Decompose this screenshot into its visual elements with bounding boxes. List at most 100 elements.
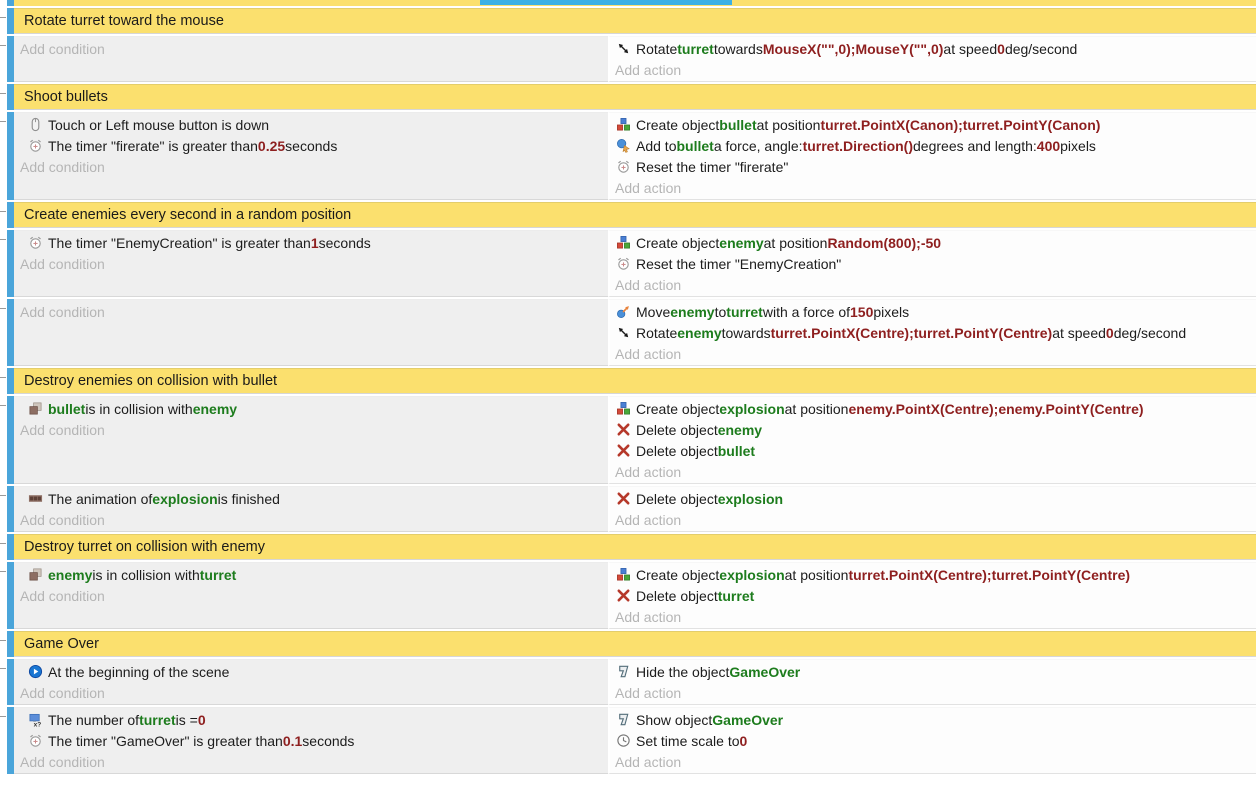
group-title: Rotate turret toward the mouse [24,13,224,29]
add-condition-button[interactable]: Add condition [20,38,608,59]
action-item[interactable]: Reset the timer "firerate" [615,156,1256,177]
conditions-cell: Add condition [14,36,608,82]
condition-item[interactable]: bullet is in collision with enemy [20,398,608,419]
add-action-button[interactable]: Add action [615,274,1256,295]
create-icon [615,117,632,133]
add-action-button[interactable]: Add action [615,343,1256,364]
event-selection-bar[interactable] [7,368,14,394]
group-header-block: Destroy turret on collision with enemy [7,534,1256,560]
condition-item[interactable]: The timer "firerate" is greater than 0.2… [20,135,608,156]
event-block: The animation of explosion is finishedAd… [7,486,1256,532]
add-condition-button[interactable]: Add condition [20,509,608,530]
event-content: The timer "EnemyCreation" is greater tha… [14,230,1256,297]
sentence-text: Reset the timer "EnemyCreation" [636,256,841,272]
add-action-button[interactable]: Add action [615,606,1256,627]
action-item[interactable]: Create object bullet at position turret.… [615,114,1256,135]
sentence-text: at position [785,567,849,583]
group-header[interactable]: Destroy turret on collision with enemy [14,534,1256,560]
event-selection-bar[interactable] [7,8,14,34]
collision-icon [27,567,44,583]
event-selection-bar[interactable] [7,631,14,657]
condition-item[interactable]: At the beginning of the scene [20,661,608,682]
add-action-button[interactable]: Add action [615,177,1256,198]
sentence-text: Move [636,304,670,320]
event-selection-bar[interactable] [7,36,14,82]
collision-icon [27,401,44,417]
add-condition-button[interactable]: Add condition [20,156,608,177]
sentence-text: at speed [1052,325,1106,341]
add-condition-button[interactable]: Add condition [20,419,608,440]
action-item[interactable]: Delete object bullet [615,440,1256,461]
event-content: Add condition Move enemy to turret with a… [14,299,1256,366]
actions-cell: Create object enemy at position Random(8… [608,230,1256,297]
event-content: bullet is in collision with enemyAdd con… [14,396,1256,484]
event-selection-bar[interactable] [7,396,14,484]
timer-icon [615,256,632,272]
group-header[interactable]: Rotate turret toward the mouse [14,8,1256,34]
condition-item[interactable]: The timer "GameOver" is greater than 0.1… [20,730,608,751]
action-item[interactable]: Show object GameOver [615,709,1256,730]
add-condition-button[interactable]: Add condition [20,751,608,772]
action-item[interactable]: Rotate enemy towards turret.PointX(Centr… [615,322,1256,343]
actions-cell: Create object explosion at position turr… [608,562,1256,629]
add-action-button[interactable]: Add action [615,461,1256,482]
action-item[interactable]: Reset the timer "EnemyCreation" [615,253,1256,274]
sentence-text: Rotate [636,325,677,341]
actions-cell: Delete object explosionAdd action [608,486,1256,532]
action-item[interactable]: Create object explosion at position turr… [615,564,1256,585]
action-item[interactable]: Create object explosion at position enem… [615,398,1256,419]
sentence-text: to [715,304,727,320]
event-selection-bar[interactable] [7,112,14,200]
conditions-cell: Add condition [14,299,608,366]
event-selection-bar[interactable] [7,707,14,774]
event-selection-bar[interactable] [7,659,14,705]
event-selection-bar[interactable] [7,84,14,110]
event-selection-bar[interactable] [7,486,14,532]
condition-item[interactable]: x?The number of turret is = 0 [20,709,608,730]
action-item[interactable]: Create object enemy at position Random(8… [615,232,1256,253]
event-selection-bar[interactable] [7,534,14,560]
action-item[interactable]: Set time scale to 0 [615,730,1256,751]
add-condition-button[interactable]: Add condition [20,301,608,322]
action-item[interactable]: Delete object turret [615,585,1256,606]
object-name: explosion [719,401,784,417]
action-item[interactable]: Add to bullet a force, angle: turret.Dir… [615,135,1256,156]
action-item[interactable]: Delete object explosion [615,488,1256,509]
event-selection-bar[interactable] [7,0,14,6]
action-item[interactable]: Hide the object GameOver [615,661,1256,682]
sentence-text: The timer "GameOver" is greater than [48,733,283,749]
add-condition-button[interactable]: Add condition [20,585,608,606]
actions-cell: Create object bullet at position turret.… [608,112,1256,200]
event-selection-bar[interactable] [7,202,14,228]
group-header[interactable]: Destroy enemies on collision with bullet [14,368,1256,394]
group-header[interactable]: Game Over [14,631,1256,657]
condition-item[interactable]: enemy is in collision with turret [20,564,608,585]
add-condition-button[interactable]: Add condition [20,682,608,703]
condition-item[interactable]: The animation of explosion is finished [20,488,608,509]
event-selection-bar[interactable] [7,562,14,629]
condition-item[interactable]: Touch or Left mouse button is down [20,114,608,135]
event-selection-bar[interactable] [7,230,14,297]
mouse-icon [27,117,44,133]
condition-item[interactable]: The timer "EnemyCreation" is greater tha… [20,232,608,253]
group-header-block: Shoot bullets [7,84,1256,110]
add-action-button[interactable]: Add action [615,59,1256,80]
event-block: enemy is in collision with turretAdd con… [7,562,1256,629]
add-condition-button[interactable]: Add condition [20,253,608,274]
action-item[interactable]: Move enemy to turret with a force of 150… [615,301,1256,322]
object-name: enemy [718,422,762,438]
group-header[interactable]: Shoot bullets [14,84,1256,110]
action-item[interactable]: Delete object enemy [615,419,1256,440]
rotate-icon [615,325,632,341]
sentence-text: seconds [319,235,371,251]
group-header[interactable]: Create enemies every second in a random … [14,202,1256,228]
add-action-button[interactable]: Add action [615,509,1256,530]
add-action-button[interactable]: Add action [615,751,1256,772]
add-action-button[interactable]: Add action [615,682,1256,703]
event-selection-bar[interactable] [7,299,14,366]
actions-cell: Show object GameOverSet time scale to 0A… [608,707,1256,774]
sentence-text: The timer "EnemyCreation" is greater tha… [48,235,311,251]
sentence-text: is = [176,712,198,728]
action-item[interactable]: Rotate turret towards MouseX("",0);Mouse… [615,38,1256,59]
expression-value: 0.25 [258,138,285,154]
